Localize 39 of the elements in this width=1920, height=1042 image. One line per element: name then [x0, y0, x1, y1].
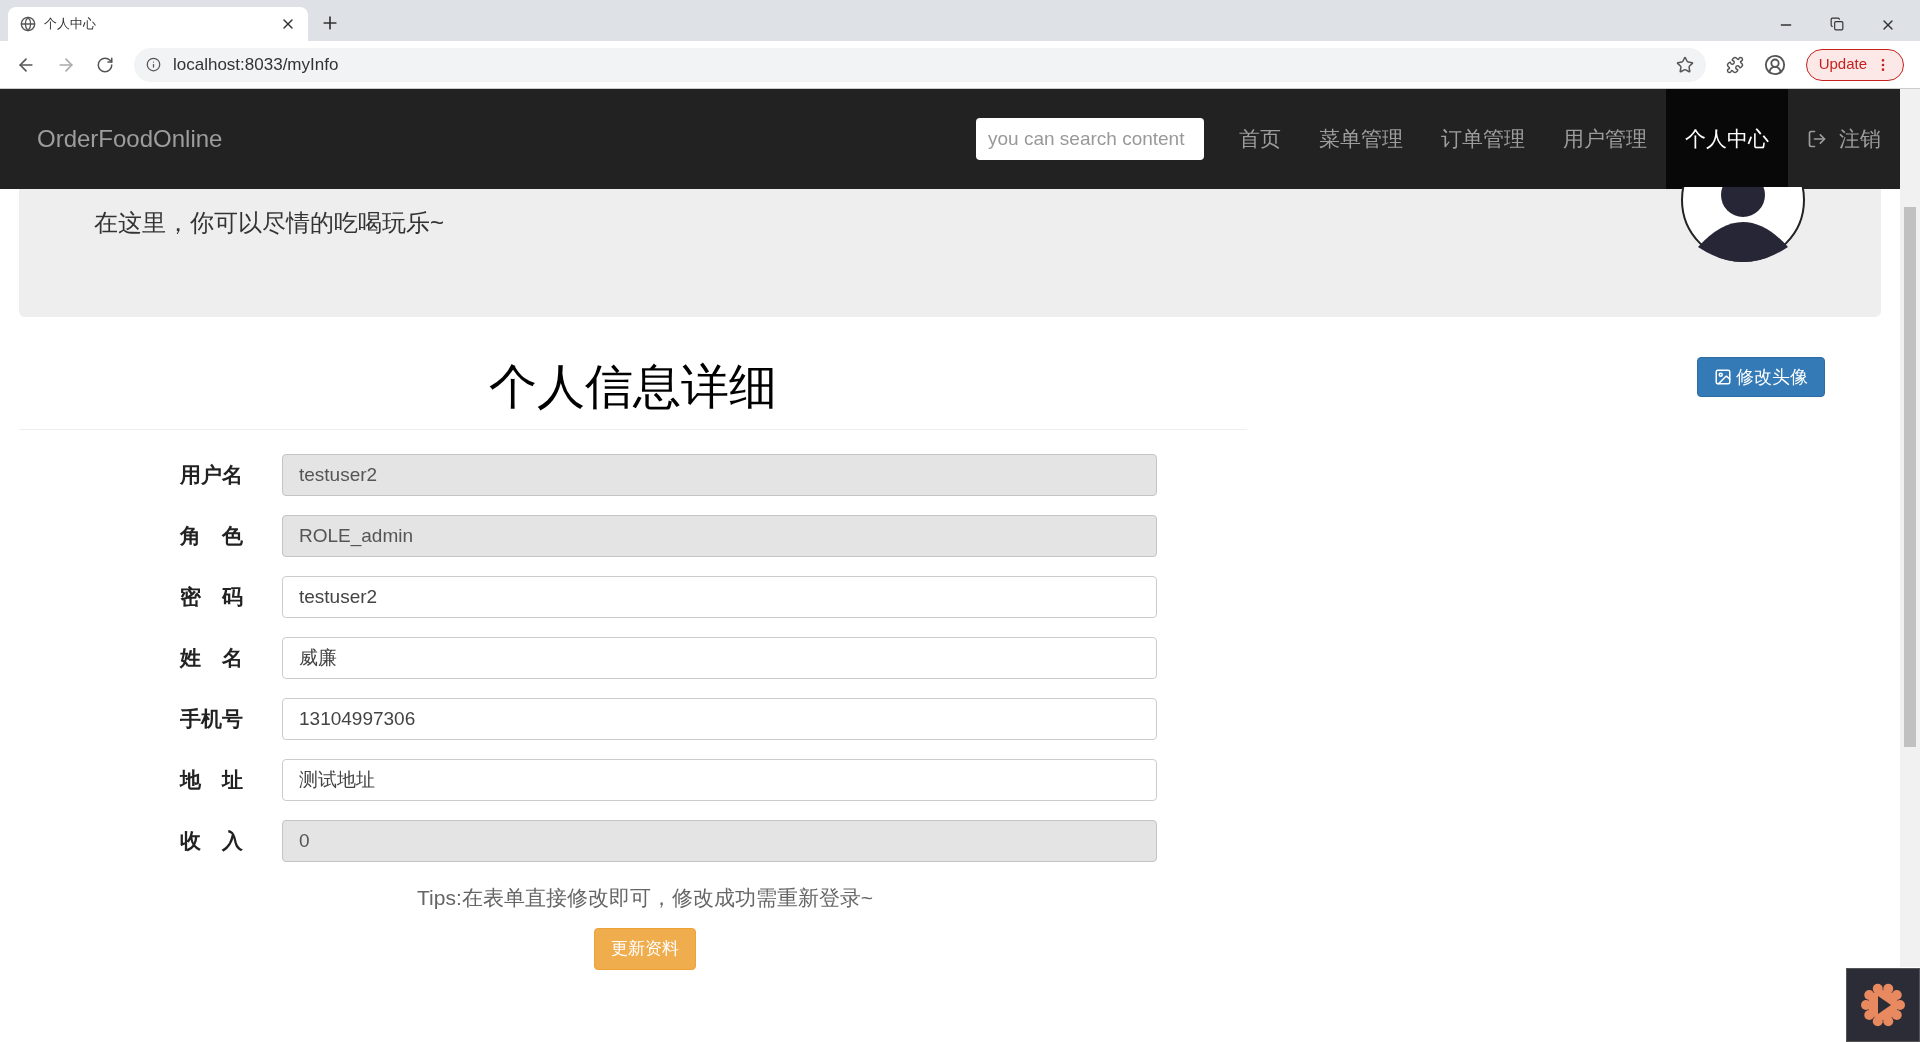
floating-widget[interactable] [1846, 968, 1920, 1042]
search-field[interactable]: you can search content [976, 118, 1204, 160]
nav-link[interactable]: 菜单管理 [1300, 89, 1422, 189]
logout-link[interactable]: 注销 [1788, 89, 1900, 189]
logout-icon [1807, 129, 1827, 149]
field-label: 密 码 [180, 584, 244, 611]
image-icon [1714, 368, 1732, 386]
text-field[interactable]: 测试地址 [282, 759, 1157, 801]
extensions-icon[interactable] [1725, 55, 1744, 74]
tips-text: Tips:在表单直接修改即可，修改成功需重新登录~ [417, 885, 873, 911]
nav-link[interactable]: 订单管理 [1422, 89, 1544, 189]
field-label: 手机号 [180, 706, 244, 733]
info-icon [146, 57, 161, 72]
field-label: 地 址 [180, 767, 244, 794]
update-button[interactable]: Update [1805, 48, 1904, 81]
profile-icon[interactable] [1763, 53, 1786, 76]
url-text: localhost:8033/myInfo [173, 53, 340, 76]
change-avatar-button[interactable]: 修改头像 [1697, 357, 1825, 397]
restore-icon[interactable] [1830, 17, 1844, 31]
nav-link[interactable]: 首页 [1220, 89, 1300, 189]
field-label: 收 入 [180, 828, 244, 855]
tab-title: 个人中心 [44, 15, 97, 34]
globe-icon [20, 16, 36, 32]
text-field[interactable]: 13104997306 [282, 698, 1157, 740]
nav-link[interactable]: 用户管理 [1544, 89, 1666, 189]
browser-tab[interactable]: 个人中心 [8, 7, 308, 41]
field-label: 姓 名 [180, 645, 244, 672]
brand-link[interactable]: OrderFoodOnline [37, 121, 223, 157]
field-label: 角 色 [180, 523, 244, 550]
banner-text: 在这里，你可以尽情的吃喝玩乐~ [94, 208, 444, 238]
star-icon[interactable] [1675, 55, 1694, 74]
text-field[interactable]: 威廉 [282, 637, 1157, 679]
text-field[interactable]: testuser2 [282, 576, 1157, 618]
reload-icon[interactable] [96, 55, 114, 74]
address-bar[interactable]: localhost:8033/myInfo [134, 47, 1706, 82]
field-label: 用户名 [180, 462, 244, 489]
page-heading: 个人信息详细 [489, 359, 777, 415]
sun-play-icon [1860, 982, 1906, 1028]
nav-link[interactable]: 个人中心 [1666, 89, 1788, 189]
